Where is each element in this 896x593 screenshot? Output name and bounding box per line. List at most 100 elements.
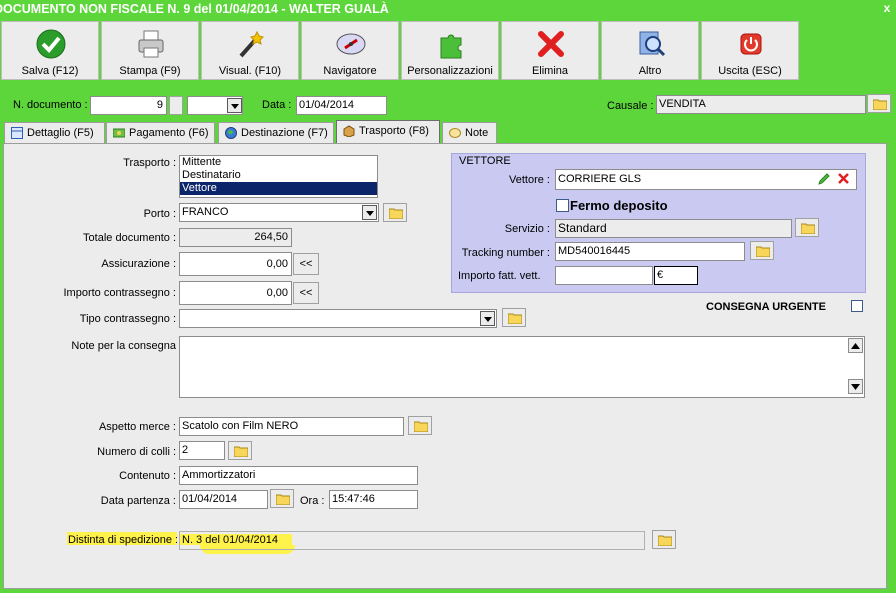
customize-button[interactable]: Personalizzazioni — [401, 21, 499, 80]
trasporto-option-destinatario[interactable]: Destinatario — [180, 169, 377, 182]
assicurazione-calc-button[interactable]: << — [293, 253, 319, 275]
assicurazione-field[interactable]: 0,00 — [179, 252, 292, 276]
contenuto-label: Contenuto : — [119, 470, 176, 482]
porto-select[interactable]: FRANCO — [179, 203, 379, 222]
aspetto-label: Aspetto merce : — [98, 421, 176, 433]
delete-x-icon — [538, 31, 564, 57]
money-icon — [113, 128, 125, 138]
power-icon — [740, 33, 762, 55]
tab-dettaglio-label: Dettaglio (F5) — [27, 127, 94, 139]
scroll-up-button[interactable] — [848, 338, 863, 353]
table-icon — [11, 127, 23, 139]
print-button[interactable]: Stampa (F9) — [101, 21, 199, 80]
save-button[interactable]: Salva (F12) — [1, 21, 99, 80]
tab-destinazione[interactable]: Destinazione (F7) — [218, 122, 334, 144]
tab-destinazione-label: Destinazione (F7) — [241, 127, 328, 139]
tipo-contrassegno-folder-button[interactable] — [502, 308, 526, 327]
note-consegna-textarea[interactable] — [179, 336, 865, 398]
porto-folder-button[interactable] — [383, 203, 407, 222]
servizio-field[interactable]: Standard — [555, 219, 792, 238]
tracking-label: Tracking number : — [461, 247, 550, 259]
data-partenza-folder-button[interactable] — [270, 489, 294, 508]
tracking-folder-button[interactable] — [750, 241, 774, 260]
ndoc-suffix-dropdown[interactable] — [227, 98, 242, 113]
ndoc-field[interactable]: 9 — [90, 96, 167, 115]
data-partenza-field[interactable]: 01/04/2014 — [179, 490, 268, 509]
folder-icon — [508, 313, 522, 324]
contrassegno-field[interactable]: 0,00 — [179, 281, 292, 305]
tab-pagamento[interactable]: Pagamento (F6) — [106, 122, 215, 144]
window-title: DOCUMENTO NON FISCALE N. 9 del 01/04/201… — [0, 2, 389, 16]
title-bar: DOCUMENTO NON FISCALE N. 9 del 01/04/201… — [0, 0, 896, 18]
consegna-urgente-checkbox[interactable] — [851, 300, 863, 312]
contrassegno-calc-button[interactable]: << — [293, 282, 319, 304]
currency-field[interactable]: € — [654, 266, 698, 285]
tipo-contrassegno-select[interactable] — [179, 309, 497, 328]
more-button[interactable]: Altro — [601, 21, 699, 80]
ndoc-label: N. documento : — [13, 99, 88, 111]
servizio-label: Servizio : — [504, 223, 550, 235]
causale-field[interactable]: VENDITA — [656, 95, 866, 114]
contenuto-field[interactable]: Ammortizzatori — [179, 466, 418, 485]
colli-folder-button[interactable] — [228, 441, 252, 460]
servizio-folder-button[interactable] — [795, 218, 819, 237]
checkmark-icon — [36, 29, 66, 59]
trasporto-listbox[interactable]: Mittente Destinatario Vettore — [179, 155, 378, 198]
trasporto-option-mittente[interactable]: Mittente — [180, 156, 377, 169]
folder-icon — [658, 535, 672, 546]
causale-folder-button[interactable] — [867, 94, 891, 113]
distinta-label: Distinta di spedizione : — [68, 534, 179, 546]
folder-icon — [276, 494, 290, 505]
tab-trasporto-label: Trasporto (F8) — [359, 125, 429, 137]
scroll-down-button[interactable] — [848, 379, 863, 394]
note-icon — [449, 128, 461, 138]
delete-button[interactable]: Elimina — [501, 21, 599, 80]
puzzle-icon — [440, 34, 462, 59]
vettore-field[interactable]: CORRIERE GLS — [555, 169, 857, 190]
tab-dettaglio[interactable]: Dettaglio (F5) — [4, 122, 105, 144]
ora-field[interactable]: 15:47:46 — [329, 490, 418, 509]
navigator-label: Navigatore — [323, 65, 377, 77]
trasporto-option-vettore[interactable]: Vettore — [180, 182, 377, 195]
colli-label: Numero di colli : — [97, 446, 176, 458]
save-label: Salva (F12) — [21, 65, 79, 77]
chevron-down-icon — [366, 211, 374, 216]
exit-button[interactable]: Uscita (ESC) — [701, 21, 799, 80]
exit-label: Uscita (ESC) — [718, 65, 782, 77]
date-label: Data : — [262, 99, 292, 111]
vettore-label: Vettore : — [509, 174, 550, 186]
navigator-button[interactable]: Navigatore — [301, 21, 399, 80]
delete-label: Elimina — [531, 65, 569, 77]
tab-trasporto[interactable]: Trasporto (F8) — [336, 120, 440, 144]
chevron-down-icon — [484, 317, 492, 322]
compass-icon — [336, 33, 366, 55]
vettore-group-title: VETTORE — [459, 155, 511, 167]
clear-x-icon[interactable] — [838, 173, 849, 184]
aspetto-field[interactable]: Scatolo con Film NERO — [179, 417, 404, 436]
tipo-contrassegno-label: Tipo contrassegno : — [79, 313, 176, 325]
tab-note-label: Note — [465, 127, 489, 139]
fermo-deposito-label: Fermo deposito — [570, 198, 668, 213]
box-icon — [343, 125, 355, 137]
importo-vettore-field[interactable] — [555, 266, 653, 285]
date-field[interactable]: 01/04/2014 — [296, 96, 387, 115]
colli-field[interactable]: 2 — [179, 441, 225, 460]
arrow-down-icon — [851, 384, 860, 390]
close-button[interactable]: x — [880, 0, 894, 16]
tab-note[interactable]: Note — [442, 122, 497, 144]
folder-icon — [756, 246, 770, 257]
trasporto-label: Trasporto : — [123, 157, 176, 169]
fermo-deposito-checkbox[interactable] — [556, 199, 569, 212]
tipo-contrassegno-dropdown[interactable] — [480, 311, 495, 326]
porto-dropdown[interactable] — [362, 205, 377, 220]
magic-wand-icon — [239, 30, 264, 58]
tracking-field[interactable]: MD540016445 — [555, 242, 745, 261]
porto-label: Porto : — [143, 208, 176, 220]
distinta-folder-button[interactable] — [652, 530, 676, 549]
preview-button[interactable]: Visual. (F10) — [201, 21, 299, 80]
ndoc-spin-button[interactable] — [169, 96, 183, 115]
aspetto-folder-button[interactable] — [408, 416, 432, 435]
folder-icon — [873, 99, 887, 110]
preview-label: Visual. (F10) — [218, 65, 282, 77]
pencil-icon[interactable] — [818, 173, 830, 185]
